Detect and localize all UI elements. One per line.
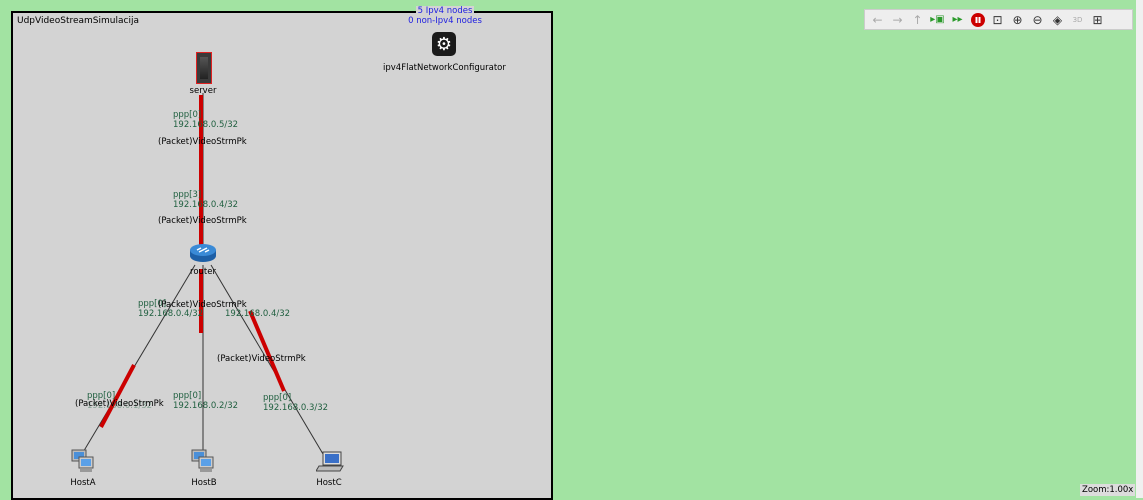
packet-label: (Packet)VideoStrmPk	[158, 137, 247, 147]
layout-icon[interactable]: ⊞	[1089, 11, 1106, 28]
packet-label: (Packet)VideoStrmPk	[158, 216, 247, 226]
hostC-interface: ppp[0] 192.168.0.3/32	[263, 393, 329, 413]
hostB-label: HostB	[191, 478, 217, 488]
vertical-scrollbar[interactable]	[1136, 0, 1143, 498]
hostA-icon[interactable]	[70, 448, 96, 474]
packet-label: (Packet)VideoStrmPk	[217, 354, 306, 364]
network-links	[78, 93, 324, 460]
layers-icon[interactable]: ◈	[1049, 11, 1066, 28]
hostC-label: HostC	[316, 478, 342, 488]
hostA-label: HostA	[70, 478, 96, 488]
stop-icon[interactable]	[969, 11, 986, 28]
zoom-level: Zoom:1.00x	[1080, 484, 1136, 496]
3d-icon[interactable]: 3D	[1069, 11, 1086, 28]
server-icon[interactable]	[196, 52, 212, 84]
network-canvas[interactable]: UdpVideoStreamSimulacija 5 Ipv4 nodes 0 …	[11, 6, 553, 500]
hostB-icon[interactable]	[190, 448, 216, 474]
forward-icon[interactable]: →	[889, 11, 906, 28]
hostC-laptop-icon[interactable]	[315, 450, 346, 474]
zoom-in-icon[interactable]: ⊕	[1009, 11, 1026, 28]
up-icon[interactable]: ↑	[909, 11, 926, 28]
zoom-out-icon[interactable]: ⊖	[1029, 11, 1046, 28]
step-icon[interactable]: ▸▣	[929, 11, 946, 28]
server-interface: ppp[0] 192.168.0.5/32	[173, 110, 239, 130]
router-up-interface: ppp[3] 192.168.0.4/32	[173, 190, 239, 210]
packet-label: (Packet)VideoStrmPk	[75, 399, 164, 409]
transmission-router-hostC	[248, 310, 286, 392]
configurator-label: ipv4FlatNetworkConfigurator	[383, 63, 506, 73]
server-label: server	[189, 86, 217, 96]
link-router-hostA	[78, 264, 196, 460]
hostB-interface: ppp[0] 192.168.0.2/32	[173, 391, 239, 411]
router-icon[interactable]	[189, 243, 217, 263]
fit-icon[interactable]: ⊡	[989, 11, 1006, 28]
back-icon[interactable]: ←	[869, 11, 886, 28]
fast-step-icon[interactable]: ▸▸	[949, 11, 966, 28]
toolbar: ← → ↑ ▸▣ ▸▸ ⊡ ⊕ ⊖ ◈ 3D ⊞	[864, 9, 1133, 30]
router-label: router	[190, 267, 216, 277]
packet-label: (Packet)VideoStrmPk	[158, 300, 247, 310]
gear-icon[interactable]: ⚙	[432, 32, 456, 56]
router-hostC-interface: 192.168.0.4/32	[225, 309, 291, 319]
